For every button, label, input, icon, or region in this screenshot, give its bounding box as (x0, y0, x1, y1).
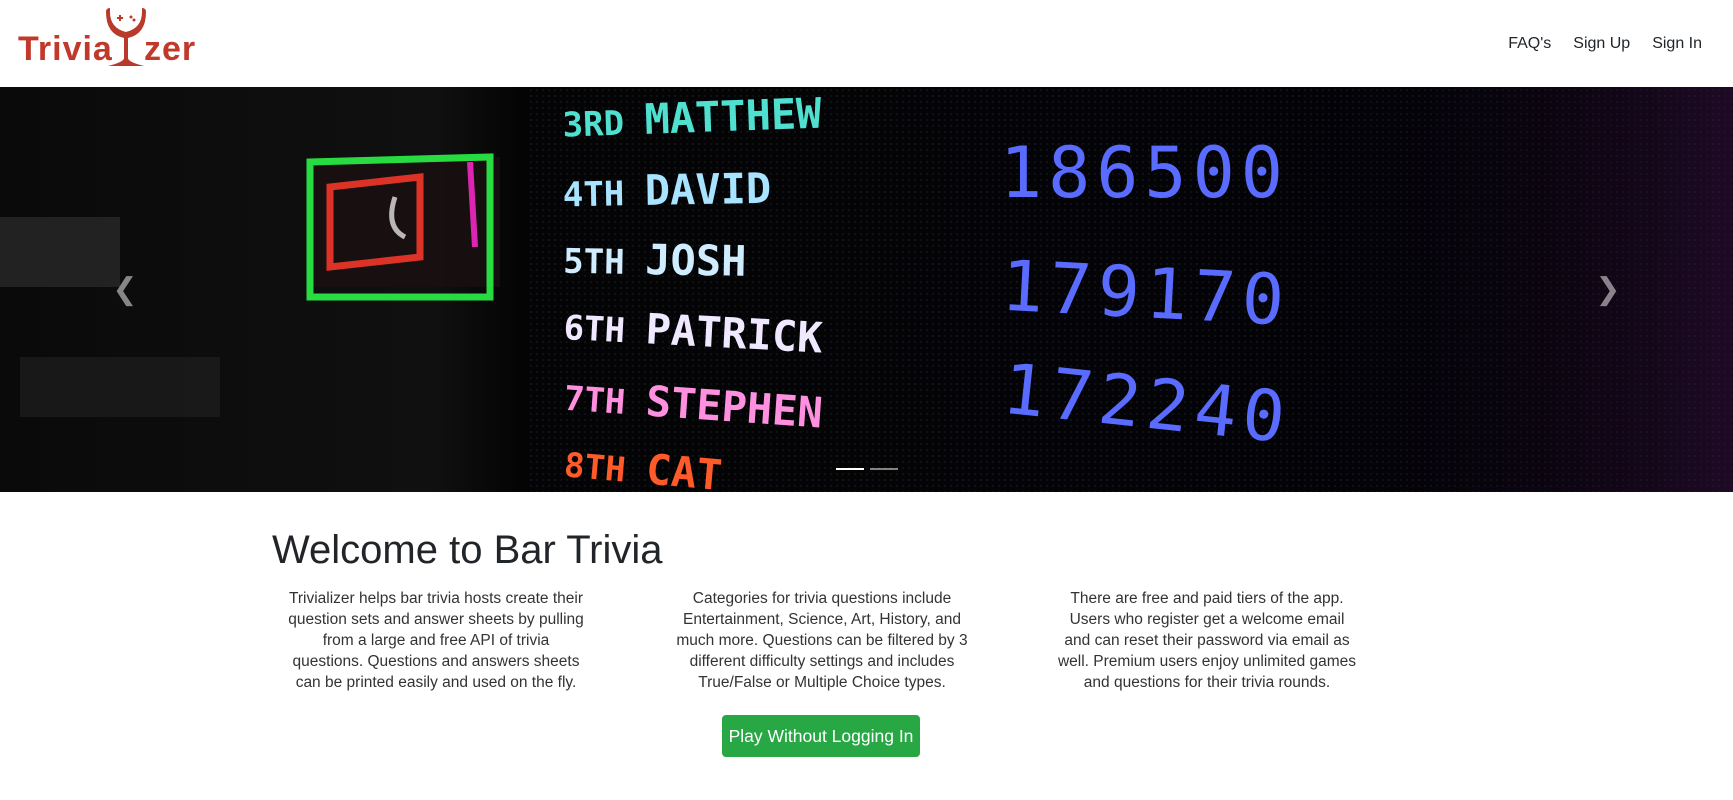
scoreboard-rank: 7TH (563, 379, 627, 423)
nav-sign-in-link[interactable]: Sign In (1641, 34, 1713, 54)
feature-text-1: Trivializer helps bar trivia hosts creat… (288, 590, 584, 691)
scoreboard-rank: 3RD (562, 104, 625, 146)
carousel-prev-button[interactable]: ❮ (0, 87, 250, 492)
carousel-indicator-1[interactable] (835, 468, 864, 470)
scoreboard-display: 3RD MATTHEW 4TH DAVID 5TH JOSH 6TH PATRICK 7TH ST… (562, 89, 1295, 492)
chevron-left-icon: ❮ (112, 272, 138, 307)
scoreboard-rank: 4TH (562, 174, 624, 215)
carousel-next-button[interactable]: ❯ (1483, 87, 1733, 492)
nav-sign-up-link[interactable]: Sign Up (1562, 34, 1641, 54)
scoreboard-name: JOSH (645, 235, 747, 286)
navbar: Trivia zer FAQ's Sign Up Sign In (0, 0, 1733, 87)
scoreboard-row: 4TH DAVID (562, 164, 771, 216)
feature-column-1: Trivializer helps bar trivia hosts creat… (286, 588, 586, 693)
scoreboard-row: 7TH STEPHEN (563, 376, 825, 437)
scoreboard-name: STEPHEN (644, 376, 824, 437)
nav-links: FAQ's Sign Up Sign In (1497, 34, 1713, 54)
scoreboard-name: MATTHEW (644, 89, 823, 144)
scoreboard-rank: 6TH (563, 308, 626, 351)
scoreboard-row: 8TH CAT (563, 445, 724, 492)
scoreboard-row: 5TH JOSH (563, 235, 747, 286)
feature-text-2: Categories for trivia questions include … (676, 590, 968, 691)
page-title: Welcome to Bar Trivia (272, 528, 663, 572)
scoreboard-row: 3RD MATTHEW (562, 89, 823, 146)
play-without-login-button[interactable]: Play Without Logging In (722, 715, 920, 757)
scoreboard-row: 6TH PATRICK (563, 304, 825, 362)
scoreboard-score: 186500 (1000, 132, 1289, 214)
hero-carousel: 3RD MATTHEW 4TH DAVID 5TH JOSH 6TH PATRICK 7TH ST… (0, 87, 1733, 492)
svg-text:zer: zer (144, 30, 196, 68)
chevron-right-icon: ❯ (1595, 272, 1621, 307)
nav-faqs-link[interactable]: FAQ's (1497, 34, 1562, 54)
svg-text:Trivia: Trivia (18, 30, 113, 68)
feature-text-3: There are free and paid tiers of the app… (1057, 590, 1357, 691)
brand-logo[interactable]: Trivia zer (18, 8, 218, 76)
feature-column-3: There are free and paid tiers of the app… (1057, 588, 1357, 693)
scoreboard-score: 172240 (999, 348, 1295, 460)
carousel-indicators (0, 468, 1733, 470)
feature-column-2: Categories for trivia questions include … (672, 588, 972, 693)
scoreboard-score: 179170 (999, 245, 1292, 342)
scoreboard-name: PATRICK (644, 304, 824, 362)
scoreboard-name: DAVID (644, 164, 771, 215)
carousel-indicator-2[interactable] (869, 468, 898, 470)
scoreboard-rank: 5TH (563, 242, 625, 283)
